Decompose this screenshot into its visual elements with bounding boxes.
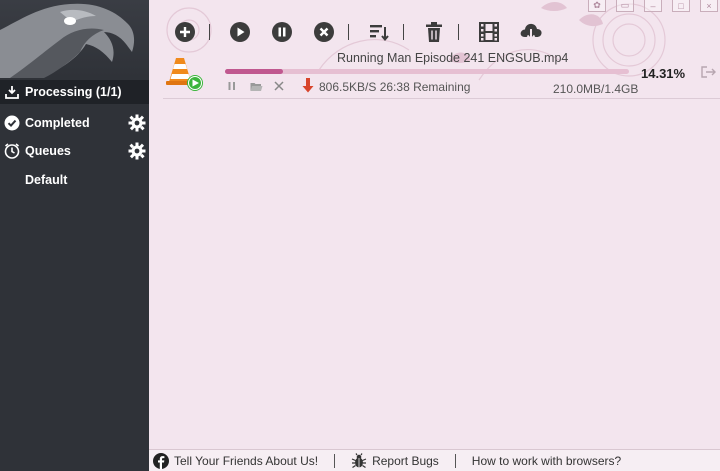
report-bugs-link[interactable]: Report Bugs <box>351 452 439 469</box>
open-external-icon[interactable] <box>701 65 717 82</box>
share-link[interactable]: Tell Your Friends About Us! <box>153 452 319 469</box>
delete-button[interactable] <box>422 20 446 44</box>
trash-icon <box>426 22 442 42</box>
browsers-help-link[interactable]: How to work with browsers? <box>472 454 621 468</box>
add-button[interactable] <box>173 20 197 44</box>
pause-button[interactable] <box>270 20 294 44</box>
row-divider <box>163 98 720 99</box>
gear-icon[interactable] <box>128 142 146 160</box>
skin-icon[interactable]: ✿ <box>588 0 606 12</box>
sidebar-item-default-queue[interactable]: Default <box>0 168 149 192</box>
download-tray-icon <box>4 84 20 100</box>
maximize-icon[interactable]: □ <box>672 0 690 12</box>
stop-icon <box>314 22 334 42</box>
video-button[interactable] <box>477 20 501 44</box>
stop-button[interactable] <box>312 20 336 44</box>
footer-divider <box>334 453 336 468</box>
play-icon <box>230 22 250 42</box>
sort-icon <box>370 25 389 42</box>
minimize-icon[interactable]: – <box>644 0 662 12</box>
clock-icon <box>4 143 20 159</box>
footer-bar: Tell Your Friends About Us! Report Bugs … <box>149 449 720 471</box>
sidebar-item-label: Processing (1/1) <box>25 85 122 99</box>
sidebar-item-completed[interactable]: Completed <box>0 111 149 135</box>
progress-fill <box>225 69 283 74</box>
progress-percent: 14.31% <box>641 66 686 81</box>
close-icon[interactable]: × <box>700 0 718 12</box>
sidebar: Processing (1/1) Completed Queues Defaul… <box>0 0 149 471</box>
row-remove-icon[interactable] <box>272 79 286 93</box>
download-speed: 806.5KB/S 26:38 Remaining <box>319 80 471 94</box>
download-size: 210.0MB/1.4GB <box>553 82 639 96</box>
sidebar-item-label: Completed <box>25 116 90 130</box>
check-circle-icon <box>4 115 20 131</box>
main-panel: ✿ ▭ – □ × Running Man Episode 241 ENGSUB… <box>149 0 720 449</box>
cloud-download-icon <box>520 23 542 42</box>
start-button[interactable] <box>228 20 252 44</box>
vlc-cone-icon <box>165 56 205 99</box>
sidebar-item-label: Default <box>25 173 68 187</box>
row-pause-icon[interactable] <box>225 79 239 93</box>
bug-icon <box>351 452 367 468</box>
add-icon <box>175 22 195 42</box>
toolbar <box>173 20 561 44</box>
download-filename: Running Man Episode 241 ENGSUB.mp4 <box>337 51 569 65</box>
toolbar-divider <box>458 24 459 40</box>
download-row[interactable]: Running Man Episode 241 ENGSUB.mp4 14.31… <box>149 48 720 100</box>
video-icon <box>479 22 499 42</box>
gear-icon[interactable] <box>128 114 146 132</box>
browsers-help-label: How to work with browsers? <box>471 453 622 468</box>
sidebar-item-processing[interactable]: Processing (1/1) <box>0 80 149 104</box>
sidebar-item-label: Queues <box>25 144 71 158</box>
footer-divider <box>454 453 456 468</box>
window-controls: ✿ ▭ – □ × <box>578 0 718 14</box>
report-bugs-label: Report Bugs <box>372 453 439 468</box>
sort-button[interactable] <box>367 20 391 44</box>
row-folder-icon[interactable] <box>249 79 263 93</box>
toolbar-divider <box>348 24 349 40</box>
toolbar-divider <box>403 24 404 40</box>
progress-bar <box>225 69 629 74</box>
facebook-icon <box>153 452 169 469</box>
toolbar-divider <box>209 24 210 40</box>
cloud-download-button[interactable] <box>519 20 543 44</box>
sidebar-item-queues[interactable]: Queues <box>0 139 149 163</box>
restore-icon[interactable]: ▭ <box>616 0 634 12</box>
share-label: Tell Your Friends About Us! <box>174 453 319 468</box>
download-arrow-icon <box>301 77 315 92</box>
eagle-logo <box>0 0 149 78</box>
pause-icon <box>272 22 292 42</box>
